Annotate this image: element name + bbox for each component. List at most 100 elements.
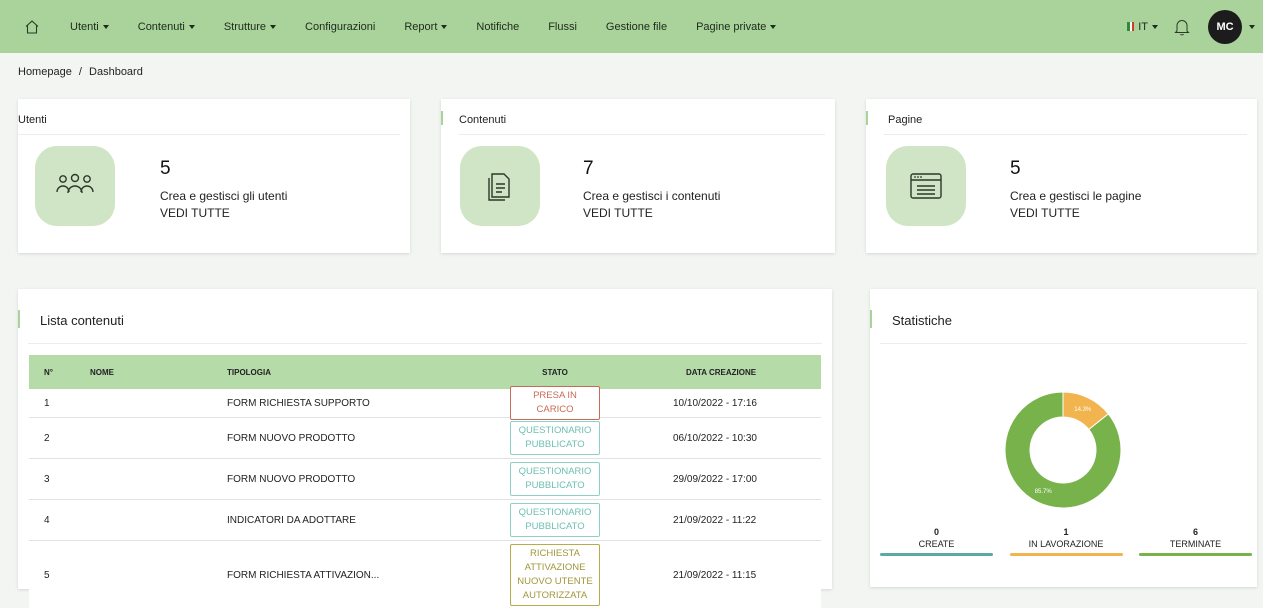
accent-bar (18, 310, 20, 328)
nav-item-label: Notifiche (476, 20, 520, 33)
column-header-nome[interactable]: NOME (75, 368, 212, 377)
row-stato: QUESTIONARIO PUBBLICATO (462, 421, 648, 455)
document-icon (460, 146, 540, 226)
row-data-creazione: 10/10/2022 - 17:16 (673, 397, 757, 409)
status-badge: QUESTIONARIO PUBBLICATO (510, 421, 600, 455)
card-title: Pagine (888, 114, 923, 126)
chevron-down-icon (270, 24, 277, 29)
nav-item-pagine-private[interactable]: Pagine private (696, 20, 777, 33)
divider (459, 134, 825, 135)
chevron-down-icon (1152, 24, 1158, 29)
column-header-tipologia[interactable]: TIPOLOGIA (212, 368, 462, 377)
nav-item-strutture[interactable]: Strutture (223, 20, 277, 33)
user-tools: IT MC (1127, 0, 1255, 53)
main-nav: Utenti Contenuti Strutture Configurazioni Re… (70, 21, 805, 33)
nav-item-gestione-file[interactable]: Gestione file (606, 21, 667, 33)
row-data-creazione: 06/10/2022 - 10:30 (673, 432, 757, 444)
row-stato: RICHIESTA ATTIVAZIONE NUOVO UTENTE AUTOR… (462, 544, 648, 606)
table-row[interactable]: 4 INDICATORI DA ADOTTARE QUESTIONARIO PUBB… (29, 500, 821, 541)
statistics-card: Statistiche 14.3% 85.7% 0 CREATE 1 IN LAVORA… (870, 289, 1257, 587)
browser-page-icon (886, 146, 966, 226)
donut-chart: 14.3% 85.7% (1004, 391, 1122, 512)
divider (28, 343, 822, 344)
status-badge: RICHIESTA ATTIVAZIONE NUOVO UTENTE AUTOR… (510, 544, 600, 606)
row-stato: QUESTIONARIO PUBBLICATO (462, 462, 648, 496)
divider (18, 134, 400, 135)
breadcrumb-home-link[interactable]: Homepage (18, 66, 72, 78)
row-stato: QUESTIONARIO PUBBLICATO (462, 503, 648, 537)
pages-view-all-link[interactable]: VEDI TUTTE (1010, 206, 1080, 220)
nav-item-contenuti[interactable]: Contenuti (138, 21, 195, 33)
column-header-data[interactable]: DATA CREAZIONE (648, 368, 821, 377)
users-card: Utenti 5 Crea e gestisci gli utenti VEDI… (18, 99, 410, 253)
table-row[interactable]: 2 FORM NUOVO PRODOTTO QUESTIONARIO PUBBLIC… (29, 418, 821, 459)
legend-color-bar (880, 553, 993, 556)
column-header-n[interactable]: N° (29, 368, 75, 377)
slice-label: 85.7% (1035, 489, 1053, 495)
nav-item-configurazioni[interactable]: Configurazioni (305, 21, 375, 33)
content-list-card: Lista contenuti N° NOME TIPOLOGIA STATO … (18, 289, 832, 608)
users-count: 5 (160, 158, 171, 179)
legend-label: CREATE (918, 539, 955, 549)
contents-view-all-link[interactable]: VEDI TUTTE (583, 206, 653, 220)
pages-description: Crea e gestisci le pagine (1010, 189, 1142, 203)
nav-item-label: Strutture (223, 20, 267, 33)
nav-item-label: Gestione file (605, 20, 668, 33)
nav-item-utenti[interactable]: Utenti (70, 21, 109, 33)
legend-item-create[interactable]: 0 CREATE (880, 527, 993, 556)
divider (880, 343, 1247, 344)
nav-item-flussi[interactable]: Flussi (548, 21, 577, 33)
nav-item-label: Pagine private (696, 20, 767, 33)
legend-label: TERMINATE (1169, 539, 1222, 549)
row-number: 2 (44, 432, 50, 444)
bell-icon[interactable] (1172, 16, 1192, 38)
home-icon[interactable] (14, 0, 50, 53)
chevron-down-icon[interactable] (1249, 24, 1255, 29)
row-tipologia: FORM NUOVO PRODOTTO (227, 473, 356, 485)
nav-item-notifiche[interactable]: Notifiche (476, 21, 519, 33)
chevron-down-icon (770, 24, 777, 29)
status-badge: QUESTIONARIO PUBBLICATO (510, 503, 600, 537)
card-title: Contenuti (459, 114, 507, 126)
legend-value: 6 (1192, 527, 1198, 537)
accent-bar (866, 111, 868, 125)
contents-description: Crea e gestisci i contenuti (583, 189, 721, 203)
row-number: 3 (44, 473, 50, 485)
chevron-down-icon (441, 24, 448, 29)
chevron-down-icon (102, 24, 109, 29)
row-tipologia: FORM NUOVO PRODOTTO (227, 432, 356, 444)
card-title: Utenti (18, 114, 47, 126)
legend-label: IN LAVORAZIONE (1028, 539, 1104, 549)
table-header: N° NOME TIPOLOGIA STATO DATA CREAZIONE (29, 355, 821, 389)
table-row[interactable]: 1 FORM RICHIESTA SUPPORTO PRESA IN CARICO 1… (29, 386, 821, 420)
language-selector[interactable]: IT (1127, 21, 1158, 33)
nav-item-label: Flussi (548, 20, 577, 33)
top-navbar: Utenti Contenuti Strutture Configurazioni Re… (0, 0, 1263, 53)
table-row[interactable]: 5 FORM RICHIESTA ATTIVAZION... RICHIESTA A… (29, 541, 821, 608)
users-description: Crea e gestisci gli utenti (160, 189, 288, 203)
column-header-stato[interactable]: STATO (462, 368, 648, 377)
users-icon (35, 146, 115, 226)
nav-item-label: Configurazioni (305, 20, 376, 33)
slice-label: 14.3% (1074, 407, 1092, 413)
breadcrumb-current: Dashboard (89, 66, 143, 78)
status-badge: PRESA IN CARICO (510, 386, 600, 420)
table-row[interactable]: 3 FORM NUOVO PRODOTTO QUESTIONARIO PUBBLIC… (29, 459, 821, 500)
contents-count: 7 (583, 158, 594, 179)
pages-card: Pagine 5 Crea e gestisci le pagine VEDI … (866, 99, 1257, 253)
row-number: 1 (44, 397, 50, 409)
avatar[interactable]: MC (1208, 9, 1242, 44)
chevron-down-icon (188, 24, 195, 29)
breadcrumb-separator: / (78, 66, 82, 78)
row-stato: PRESA IN CARICO (462, 386, 648, 420)
nav-item-report[interactable]: Report (404, 21, 448, 33)
table-body: 1 FORM RICHIESTA SUPPORTO PRESA IN CARICO 1… (29, 386, 821, 608)
legend-item-in-lavorazione[interactable]: 1 IN LAVORAZIONE (1009, 527, 1123, 556)
divider (884, 134, 1247, 135)
users-view-all-link[interactable]: VEDI TUTTE (160, 206, 230, 220)
status-badge: QUESTIONARIO PUBBLICATO (510, 462, 600, 496)
legend-item-terminate[interactable]: 6 TERMINATE (1139, 527, 1252, 556)
row-number: 5 (44, 569, 50, 581)
legend-value: 1 (1063, 527, 1069, 537)
nav-item-label: Utenti (70, 20, 99, 33)
